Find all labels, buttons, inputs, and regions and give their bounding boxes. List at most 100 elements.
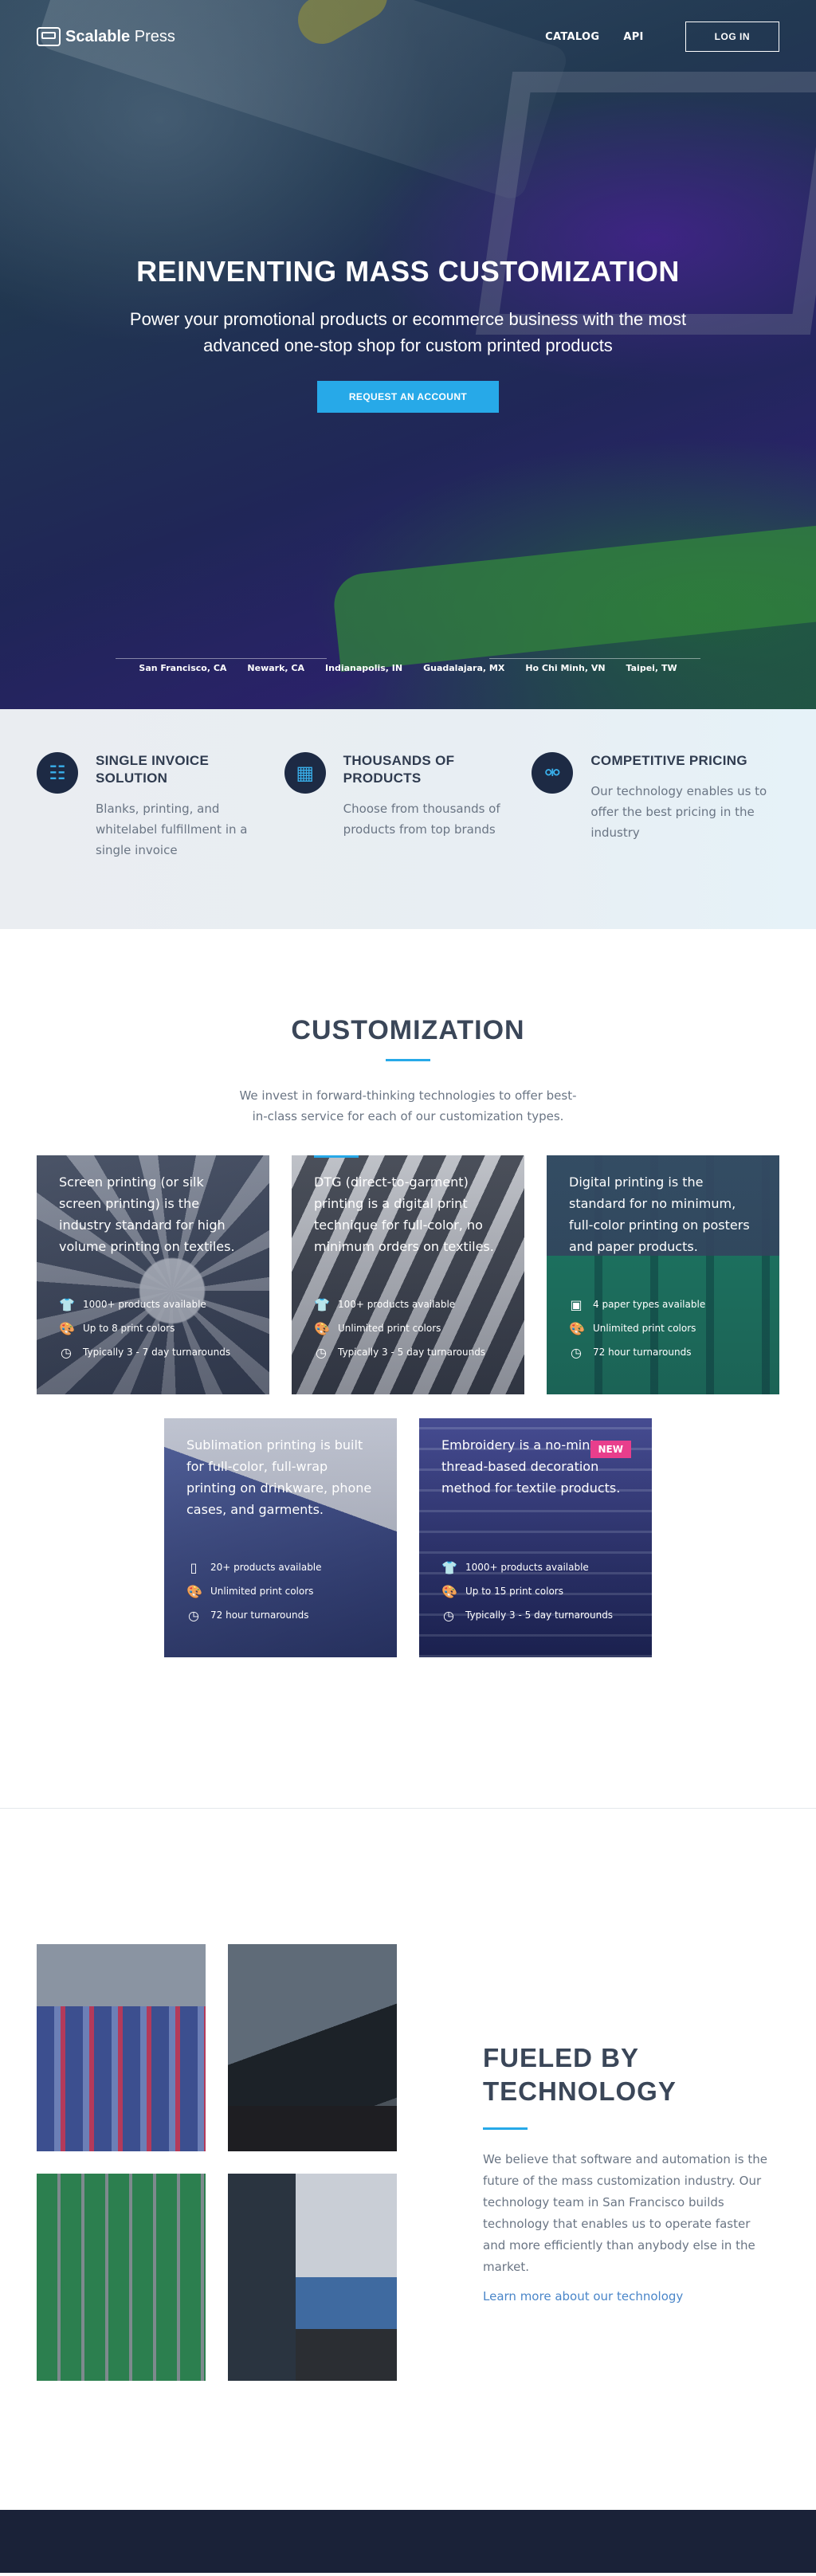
engineer-photo [228,1944,397,2151]
card-digital-printing[interactable]: Digital printing is the standard for no … [547,1155,779,1394]
products-icon: ▦ [284,752,326,794]
location-item: Guadalajara, MX [423,663,505,673]
card-feature-text: Typically 3 - 5 day turnarounds [338,1347,486,1358]
technology-description: We believe that software and automation … [483,2152,767,2274]
card-text: Sublimation printing is built for full-c… [186,1437,372,1517]
nav-link-catalog[interactable]: CATALOG [545,31,599,43]
card-feature: 🎨 Unlimited print colors [569,1316,705,1340]
card-feature: ▯ 20+ products available [186,1555,322,1579]
card-feature-text: 4 paper types available [593,1299,706,1310]
logo-icon [37,27,61,46]
customization-section: CUSTOMIZATION We invest in forward-think… [0,929,816,1809]
palette-icon: 🎨 [186,1583,202,1599]
section-description: We invest in forward-thinking technologi… [239,1088,577,1123]
card-feature: 👕 1000+ products available [441,1555,613,1579]
clock-icon: ◷ [316,1344,327,1360]
card-feature: 🎨 Unlimited print colors [314,1316,485,1340]
location-item: Taipei, TW [626,663,677,673]
card-feature-text: 1000+ products available [83,1299,206,1310]
section-divider [386,1059,430,1061]
section-divider [483,2127,528,2130]
image-icon: ▣ [570,1296,583,1312]
card-dtg[interactable]: DTG (direct-to-garment) printing is a di… [292,1155,524,1394]
card-screen-printing[interactable]: Screen printing (or silk screen printing… [37,1155,269,1394]
shelving-photo [37,2174,206,2381]
palette-icon: 🎨 [314,1320,330,1336]
monitor-photo [228,2174,397,2381]
card-features: ▯ 20+ products available 🎨 Unlimited print… [186,1555,322,1627]
card-feature: 👕 100+ products available [314,1292,485,1316]
palette-icon: 🎨 [59,1320,75,1336]
feature-title: Single invoice solution [96,753,210,786]
logo[interactable]: Scalable Press [37,27,175,46]
card-features: ▣ 4 paper types available 🎨 Unlimited prin… [569,1292,705,1364]
customization-cards: Screen printing (or silk screen printing… [37,1155,779,1657]
warehouse-photo [37,1944,206,2151]
feature-desc: Blanks, printing, and whitelabel fulfill… [96,802,248,857]
card-text: Digital printing is the standard for no … [569,1174,750,1254]
feature-competitive-pricing: ⚮ Competitive pricing Our technology ena… [532,752,779,929]
card-feature: ◷ Typically 3 - 5 day turnarounds [441,1603,613,1627]
technology-section: FUELED BY TECHNOLOGY We believe that soft… [0,1809,816,2510]
card-feature: ◷ Typically 3 - 7 day turnarounds [59,1340,230,1364]
logo-text: Scalable Press [65,27,175,45]
palette-icon: 🎨 [569,1320,585,1336]
card-sublimation[interactable]: Sublimation printing is built for full-c… [164,1418,397,1657]
clock-icon: ◷ [188,1607,199,1623]
clock-icon: ◷ [61,1344,72,1360]
card-feature: ◷ 72 hour turnarounds [569,1340,705,1364]
features-section: ☷ Single invoice solution Blanks, printi… [0,709,816,929]
top-nav: Scalable Press CATALOG API LOG IN [0,0,816,73]
feature-desc: Choose from thousands of products from t… [343,802,500,837]
card-feature-text: Up to 15 print colors [465,1586,563,1597]
clock-icon: ◷ [443,1607,454,1623]
card-features: 👕 1000+ products available 🎨 Up to 8 print… [59,1292,230,1364]
login-button[interactable]: LOG IN [685,22,779,52]
new-badge: NEW [590,1441,631,1458]
card-feature: 🎨 Up to 15 print colors [441,1579,613,1603]
shirt-icon: 👕 [59,1296,75,1312]
card-feature-text: Unlimited print colors [338,1323,441,1334]
shirt-icon: 👕 [441,1559,457,1575]
hero-section: Scalable Press CATALOG API LOG IN REINVE… [0,0,816,709]
card-feature-text: Unlimited print colors [593,1323,696,1334]
invoice-icon: ☷ [37,752,78,794]
technology-text: FUELED BY TECHNOLOGY We believe that soft… [483,2041,770,2304]
location-item: Ho Chi Minh, VN [525,663,606,673]
feature-single-invoice: ☷ Single invoice solution Blanks, printi… [37,752,284,929]
card-feature: 👕 1000+ products available [59,1292,230,1316]
card-embroidery[interactable]: NEW Embroidery is a no-minimum thread-ba… [419,1418,652,1657]
card-features: 👕 100+ products available 🎨 Unlimited prin… [314,1292,485,1364]
card-feature-text: Unlimited print colors [210,1586,314,1597]
feature-title: Thousands of products [343,753,455,786]
learn-more-link[interactable]: Learn more about our technology [483,2289,683,2304]
phone-icon: ▯ [190,1559,198,1575]
card-feature-text: 20+ products available [210,1562,322,1573]
nav-link-api[interactable]: API [623,31,643,43]
card-feature: 🎨 Up to 8 print colors [59,1316,230,1340]
card-feature: ◷ Typically 3 - 5 day turnarounds [314,1340,485,1364]
price-tag-icon: ⚮ [532,752,574,794]
locations-list: San Francisco, CA Newark, CA Indianapoli… [116,658,700,673]
card-features: 👕 1000+ products available 🎨 Up to 15 prin… [441,1555,613,1627]
card-feature: 🎨 Unlimited print colors [186,1579,322,1603]
hero-title: REINVENTING MASS CUSTOMIZATION [136,255,680,288]
card-feature-text: Typically 3 - 5 day turnarounds [465,1610,614,1621]
palette-icon: 🎨 [441,1583,457,1599]
card-text: DTG (direct-to-garment) printing is a di… [314,1174,494,1254]
request-account-button[interactable]: REQUEST AN ACCOUNT [316,381,500,413]
shirt-icon: 👕 [314,1296,330,1312]
card-accent [314,1155,359,1158]
location-item: Indianapolis, IN [325,663,403,673]
footer-band [0,2510,816,2573]
card-feature-text: 72 hour turnarounds [593,1347,692,1358]
technology-title: FUELED BY TECHNOLOGY [483,2043,677,2106]
feature-thousands-products: ▦ Thousands of products Choose from thou… [284,752,532,929]
card-feature-text: Up to 8 print colors [83,1323,175,1334]
card-text: Screen printing (or silk screen printing… [59,1174,235,1254]
hero-content: REINVENTING MASS CUSTOMIZATION Power you… [0,255,816,413]
card-feature-text: Typically 3 - 7 day turnarounds [83,1347,231,1358]
card-feature-text: 72 hour turnarounds [210,1610,309,1621]
location-item: Newark, CA [247,663,305,673]
nav-links: CATALOG API LOG IN [545,22,779,52]
